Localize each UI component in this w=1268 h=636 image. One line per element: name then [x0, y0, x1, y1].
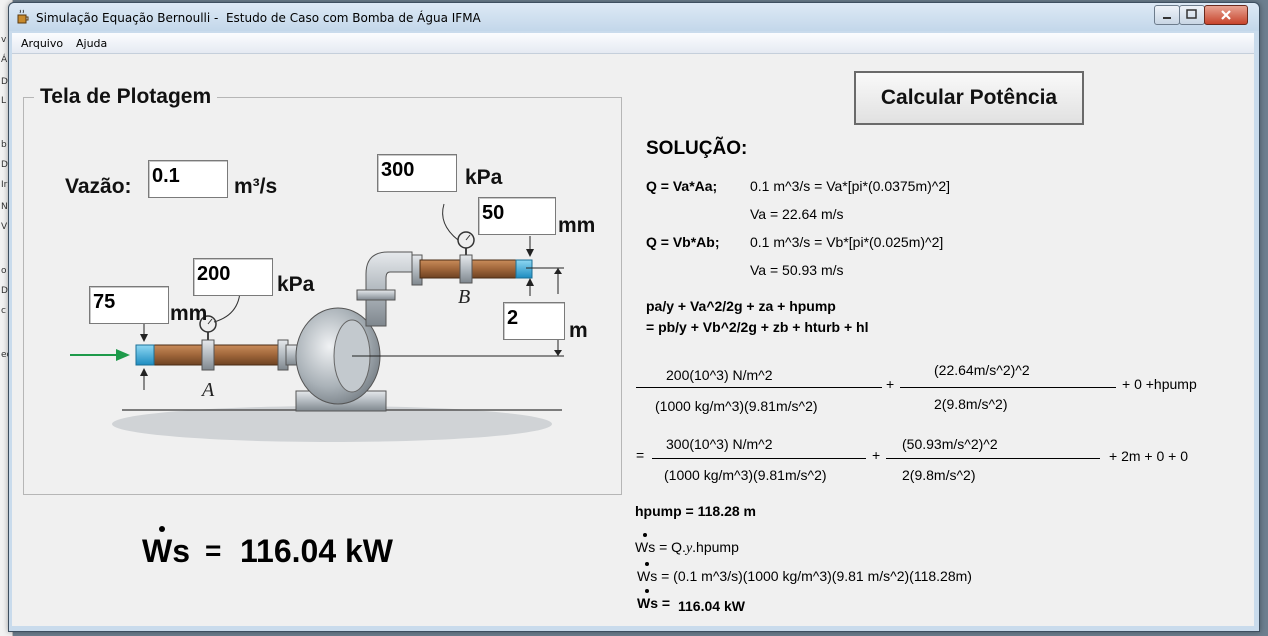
- ws-final-symbol: Ws =: [637, 595, 671, 611]
- fraction-4-bar: [886, 458, 1100, 459]
- menu-ajuda[interactable]: Ajuda: [76, 37, 107, 50]
- ws-result-equals: =: [205, 535, 222, 566]
- fraction-3-bar: [652, 458, 866, 459]
- close-button[interactable]: [1204, 5, 1248, 25]
- ws-dot-1: [643, 533, 647, 537]
- window-title: Simulação Equação Bernoulli - Estudo de …: [36, 11, 481, 25]
- bernoulli-line-2: = pb/y + Vb^2/2g + zb + hturb + hl: [646, 319, 869, 335]
- point-a-label: A: [200, 379, 215, 401]
- fraction-1-numerator: 200(10^3) N/m^2: [666, 367, 773, 383]
- plot-group-title: Tela de Plotagem: [34, 85, 218, 109]
- fraction-3-denominator: (1000 kg/m^3)(9.81m/s^2): [664, 467, 827, 483]
- diameter-b-input[interactable]: 50: [478, 197, 556, 235]
- fraction-1-denominator: (1000 kg/m^3)(9.81m/s^2): [655, 398, 818, 414]
- client-area: Tela de Plotagem A B Vazão: 0.1 m³/s 300…: [12, 54, 1254, 626]
- fraction-4-numerator: (50.93m/s^2)^2: [902, 436, 998, 452]
- ws-result-value: 116.04 kW: [240, 533, 393, 569]
- equals-sign: =: [636, 447, 645, 463]
- fraction-4-denominator: 2(9.8m/s^2): [902, 467, 976, 483]
- qb-label: Q = Vb*Ab;: [646, 234, 720, 250]
- tail-1: + 0 +hpump: [1122, 376, 1197, 392]
- fraction-1-bar: [636, 387, 882, 388]
- qa-label: Q = Va*Aa;: [646, 178, 718, 194]
- ws-dot-3: [645, 589, 649, 593]
- va-a-result: Va = 22.64 m/s: [750, 206, 844, 222]
- ws-formula: Ws = Q.y.hpump: [635, 539, 739, 556]
- pressure-a-input[interactable]: 200: [193, 258, 273, 296]
- ws-dot-large: [159, 526, 165, 532]
- ws-final-value: 116.04 kW: [678, 598, 745, 614]
- menu-bar: Arquivo Ajuda: [12, 33, 1254, 54]
- vazao-input[interactable]: 0.1: [148, 160, 228, 198]
- diameter-a-unit: mm: [170, 302, 208, 325]
- plus-sign-2: +: [872, 447, 881, 463]
- ws-dot-2: [645, 562, 649, 566]
- bernoulli-line-1: pa/y + Va^2/2g + za + hpump: [646, 298, 836, 314]
- vazao-unit: m³/s: [234, 175, 278, 198]
- minimize-icon: [1163, 17, 1171, 19]
- fraction-2-bar: [900, 387, 1116, 388]
- minimize-button[interactable]: [1154, 5, 1180, 25]
- height-unit: m: [569, 319, 588, 342]
- diameter-b-unit: mm: [558, 214, 596, 237]
- hpump-result: hpump = 118.28 m: [635, 503, 756, 519]
- va-b-result: Va = 50.93 m/s: [750, 262, 844, 278]
- maximize-icon: [1186, 9, 1197, 19]
- tail-2: + 2m + 0 + 0: [1109, 448, 1188, 464]
- pressure-a-unit: kPa: [277, 273, 315, 296]
- app-coffee-icon: [17, 9, 29, 24]
- qa-equation: 0.1 m^3/s = Va*[pi*(0.0375m)^2]: [750, 178, 951, 194]
- solution-heading: SOLUÇÃO:: [646, 138, 748, 159]
- title-bar[interactable]: Simulação Equação Bernoulli - Estudo de …: [9, 3, 1259, 31]
- ws-result-symbol: Ws: [142, 533, 190, 569]
- calculate-power-button[interactable]: Calcular Potência: [854, 71, 1084, 125]
- point-b-label: B: [458, 286, 470, 308]
- fraction-2-numerator: (22.64m/s^2)^2: [934, 362, 1030, 378]
- plus-sign-1: +: [886, 376, 895, 392]
- height-input[interactable]: 2: [503, 302, 565, 340]
- vazao-label: Vazão:: [65, 175, 132, 198]
- close-icon: [1221, 10, 1231, 20]
- fraction-3-numerator: 300(10^3) N/m^2: [666, 436, 773, 452]
- maximize-button[interactable]: [1179, 5, 1205, 25]
- app-window: Simulação Equação Bernoulli - Estudo de …: [8, 2, 1260, 632]
- menu-arquivo[interactable]: Arquivo: [21, 37, 63, 50]
- qb-equation: 0.1 m^3/s = Vb*[pi*(0.025m)^2]: [750, 234, 944, 250]
- pressure-b-unit: kPa: [465, 166, 503, 189]
- diameter-a-input[interactable]: 75: [89, 286, 169, 324]
- ws-substitution: Ws = (0.1 m^3/s)(1000 kg/m^3)(9.81 m/s^2…: [637, 568, 972, 584]
- pressure-b-input[interactable]: 300: [377, 154, 457, 192]
- fraction-2-denominator: 2(9.8m/s^2): [934, 396, 1008, 412]
